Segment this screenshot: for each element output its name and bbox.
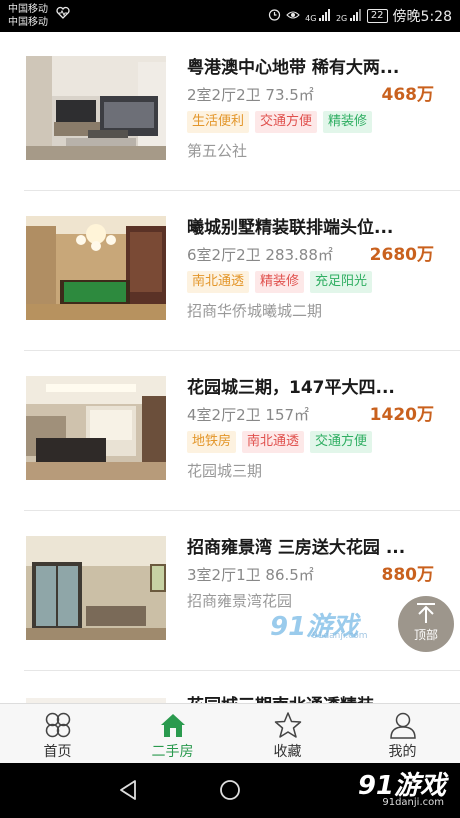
health-heart-icon xyxy=(56,6,70,20)
tab-label: 收藏 xyxy=(273,744,302,760)
listing-tags: 南北通透 精装修 充足阳光 xyxy=(187,271,373,293)
tab-label: 二手房 xyxy=(151,744,194,760)
listing-price: 2680万 xyxy=(369,245,434,265)
tag-badge: 充足阳光 xyxy=(310,271,373,293)
listing-photo xyxy=(26,216,166,320)
listing-community: 花园城三期 xyxy=(187,462,263,480)
listing-price: 468万 xyxy=(381,85,435,105)
divider xyxy=(24,190,460,191)
tag-badge: 交通方便 xyxy=(255,111,318,133)
tab-label: 我的 xyxy=(388,744,417,760)
house-icon xyxy=(160,714,185,737)
tab-home[interactable]: 首页 xyxy=(0,704,115,764)
tab-label: 首页 xyxy=(43,744,72,760)
listing-item[interactable]: 花园城三期，147平大四... 4室2厅2卫 157㎡ 1420万 地铁房 南北… xyxy=(0,352,460,511)
listing-tags: 地铁房 南北通透 交通方便 xyxy=(187,431,373,453)
carrier-label-1: 中国移动 xyxy=(8,4,48,15)
home-nav-icon[interactable] xyxy=(219,779,241,801)
listing-title: 粤港澳中心地带 稀有大两... xyxy=(187,58,400,78)
tag-badge: 交通方便 xyxy=(310,431,373,453)
carrier-label-2: 中国移动 xyxy=(8,17,48,28)
divider xyxy=(24,670,460,671)
listing-spec: 2室2厅2卫 73.5㎡ xyxy=(187,86,314,104)
listing-photo xyxy=(26,536,166,640)
listing-item[interactable]: 招商雍景湾 三房送大花园 ... 3室2厅1卫 86.5㎡ 880万 招商雍景湾… xyxy=(0,512,460,671)
status-bar: 中国移动 中国移动 4G 2G 22 傍晚5:28 xyxy=(0,0,460,32)
listing-list[interactable]: 粤港澳中心地带 稀有大两... 2室2厅2卫 73.5㎡ 468万 生活便利 交… xyxy=(0,32,460,703)
watermark-logo: 91游戏 91danji.com xyxy=(270,612,368,642)
listing-spec: 3室2厅1卫 86.5㎡ xyxy=(187,566,314,584)
listing-community: 第五公社 xyxy=(187,142,248,160)
divider xyxy=(24,510,460,511)
tag-badge: 精装修 xyxy=(323,111,373,133)
user-icon xyxy=(389,712,416,739)
back-nav-icon[interactable] xyxy=(118,779,138,801)
signal-2g-icon: 2G xyxy=(336,9,362,23)
tab-second-hand[interactable]: 二手房 xyxy=(115,704,230,764)
listing-title: 花园城三期南北通透精装... xyxy=(187,694,437,703)
arrow-up-icon xyxy=(417,603,435,623)
tab-favorites[interactable]: 收藏 xyxy=(230,704,345,764)
listing-item[interactable]: 粤港澳中心地带 稀有大两... 2室2厅2卫 73.5㎡ 468万 生活便利 交… xyxy=(0,32,460,191)
star-icon xyxy=(274,712,301,738)
listing-spec: 4室2厅2卫 157㎡ xyxy=(187,406,310,424)
tab-mine[interactable]: 我的 xyxy=(345,704,460,764)
listing-title: 招商雍景湾 三房送大花园 ... xyxy=(187,538,406,558)
listing-title: 花园城三期，147平大四... xyxy=(187,378,395,398)
listing-item[interactable]: 花园城三期南北通透精装... xyxy=(0,672,460,703)
alarm-icon xyxy=(268,8,281,24)
listing-photo xyxy=(26,56,166,160)
divider xyxy=(24,350,460,351)
listing-price: 880万 xyxy=(381,565,435,585)
tag-badge: 精装修 xyxy=(255,271,305,293)
signal-4g-icon: 4G xyxy=(305,9,331,23)
back-to-top-button[interactable]: 顶部 xyxy=(398,596,454,652)
clock-time: 傍晚5:28 xyxy=(392,9,452,25)
listing-tags: 生活便利 交通方便 精装修 xyxy=(187,111,373,133)
battery-indicator: 22 xyxy=(366,9,388,23)
corner-watermark: 91游戏 91danji.com xyxy=(357,771,446,808)
home-grid-icon xyxy=(45,712,70,738)
listing-title: 曦城别墅精装联排端头位... xyxy=(187,218,394,238)
listing-spec: 6室2厅2卫 283.88㎡ xyxy=(187,246,333,264)
listing-item[interactable]: 曦城别墅精装联排端头位... 6室2厅2卫 283.88㎡ 2680万 南北通透… xyxy=(0,192,460,351)
eye-icon xyxy=(286,9,300,23)
tag-badge: 生活便利 xyxy=(187,111,250,133)
listing-photo xyxy=(26,376,166,480)
listing-community: 招商华侨城曦城二期 xyxy=(187,302,323,320)
back-to-top-label: 顶部 xyxy=(413,628,438,642)
listing-price: 1420万 xyxy=(369,405,434,425)
bottom-tab-bar: 首页 二手房 收藏 我的 xyxy=(0,703,460,764)
tag-badge: 南北通透 xyxy=(187,271,250,293)
tag-badge: 南北通透 xyxy=(242,431,305,453)
tag-badge: 地铁房 xyxy=(187,431,237,453)
